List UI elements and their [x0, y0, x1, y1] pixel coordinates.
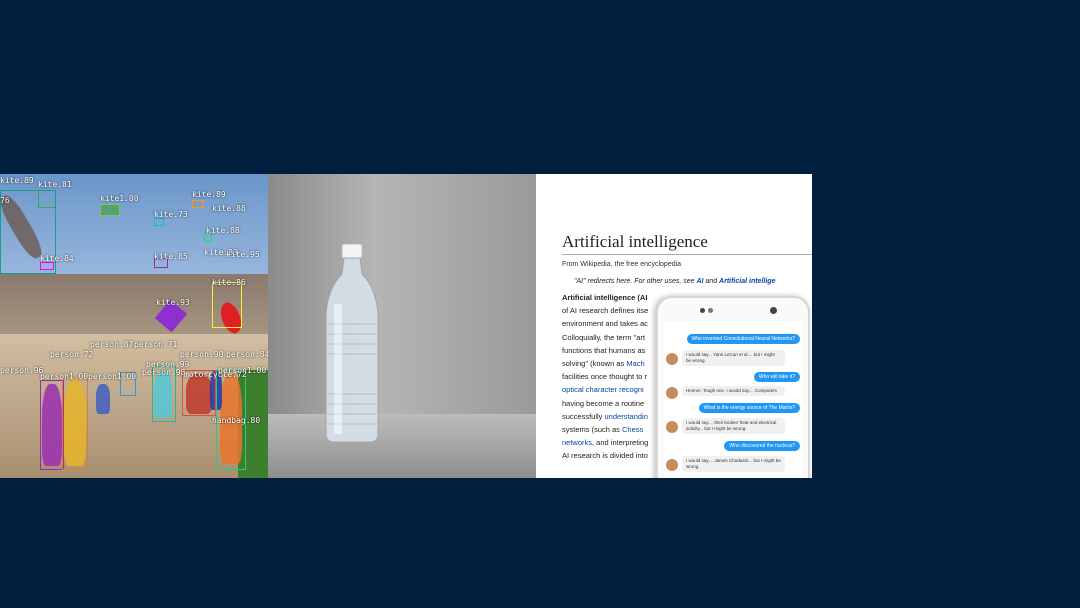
wiki-link[interactable]: Mach: [626, 359, 644, 368]
camera-icon: [700, 308, 705, 313]
chat-screen: Who invented Convolutional Neural Networ…: [664, 322, 802, 478]
detection-label: person.71: [134, 340, 178, 349]
wiki-line-text: solving" (known as: [562, 359, 627, 369]
phone-top-bar: [658, 298, 808, 322]
table-surface: [268, 414, 536, 478]
detection-label: kite.88: [212, 204, 246, 213]
detection-box: [40, 380, 64, 470]
detection-label: kite.95: [226, 250, 260, 259]
phone-mockup: Who invented Convolutional Neural Networ…: [656, 296, 810, 478]
hatnote-link[interactable]: Artificial intellige: [719, 278, 775, 285]
hatnote-text: and: [703, 278, 720, 285]
wiki-link[interactable]: Chess: [622, 425, 643, 434]
detection-box: [192, 200, 204, 208]
detection-label: person.72: [50, 350, 94, 359]
wiki-hatnote: "AI" redirects here. For other uses, see…: [574, 278, 812, 285]
chat-bubble-out: What is the energy source of The Matrix?: [698, 403, 800, 413]
detection-label: person1.00: [40, 372, 89, 381]
detection-label: person.84: [226, 350, 268, 359]
water-bottle: [325, 244, 379, 443]
wiki-line-text: systems (such as: [562, 425, 623, 435]
wiki-link[interactable]: optical character recogni: [562, 385, 644, 394]
detection-label: person.87: [90, 340, 134, 349]
detection-label: kite.89: [192, 190, 226, 199]
detection-label: kite1.00: [100, 194, 139, 203]
sensor-icon: [708, 308, 713, 313]
detection-label: kite.73: [154, 210, 188, 219]
detection-label: kite.76: [0, 196, 10, 205]
wiki-link[interactable]: networks: [562, 438, 592, 447]
bot-avatar-icon: [666, 353, 678, 365]
water-bottle-photo: [268, 174, 536, 478]
detection-label: kite.86: [212, 278, 246, 287]
detection-label: person1.00: [88, 372, 137, 381]
wiki-link[interactable]: understandin: [605, 412, 648, 421]
detection-label: kite.88: [206, 226, 240, 235]
detection-box: [212, 282, 242, 328]
detection-label: kite.81: [38, 180, 72, 189]
image-strip: kite.89 kite.81 kite.76 kite1.00 kite.89…: [0, 174, 812, 478]
hatnote-text: "AI" redirects here. For other uses, see: [574, 278, 697, 285]
detection-label: kite.85: [154, 252, 188, 261]
bot-avatar-icon: [666, 387, 678, 399]
detection-box: [100, 204, 120, 216]
chat-bubble-in: I would say.... James Chadwick... but I …: [682, 456, 785, 472]
detection-label: kite.84: [40, 254, 74, 263]
bot-avatar-icon: [666, 421, 678, 433]
chat-bubble-out: Who will take it?: [753, 372, 800, 382]
chat-bubble-in: I would say.... their bodies' heat and e…: [682, 418, 785, 434]
detection-label: person.90: [180, 350, 224, 359]
detection-label: person.96: [0, 366, 44, 375]
wiki-title: Artificial intelligence: [562, 232, 812, 255]
wikipedia-screenshot: Artificial intelligence From Wikipedia, …: [536, 174, 812, 478]
wiki-line-text: Artificial intelligence (AI: [562, 293, 648, 302]
detection-label: kite.89: [0, 176, 34, 185]
detection-label: person.98: [142, 368, 186, 377]
chat-bubble-out: Who discovered the nucleus?: [724, 441, 800, 451]
wiki-line-text: , and interpreting: [592, 438, 649, 448]
person-mask: [96, 384, 110, 414]
detection-box: [154, 218, 164, 226]
detection-box: [62, 378, 88, 470]
wiki-line-text: successfully: [562, 411, 605, 421]
detection-label: kite.93: [156, 298, 190, 307]
detection-box: [40, 262, 54, 270]
chat-bubble-in: Hmmm. Tough one. I would say.... Compute…: [682, 386, 785, 396]
wiki-subtitle: From Wikipedia, the free encyclopedia: [562, 261, 682, 268]
chat-bubble-in: I would say... Yann LeCun et al.... but …: [682, 350, 785, 366]
bot-avatar-icon: [666, 459, 678, 471]
detection-label: handbag.80: [212, 416, 261, 425]
front-camera-icon: [770, 307, 777, 314]
detection-label: person1.00: [218, 366, 267, 375]
object-detection-image: kite.89 kite.81 kite.76 kite1.00 kite.89…: [0, 174, 268, 478]
chat-bubble-out: Who invented Convolutional Neural Networ…: [686, 334, 800, 344]
